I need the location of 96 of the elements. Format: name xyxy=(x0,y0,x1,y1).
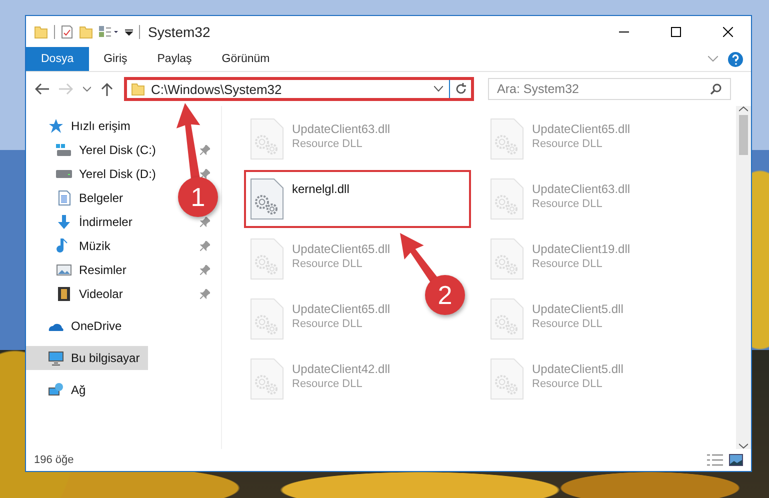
file-name: kernelgl.dll xyxy=(292,182,350,196)
chevron-icon[interactable] xyxy=(708,56,718,62)
file-name: UpdateClient5.dll xyxy=(532,302,624,316)
highlighted-file[interactable]: kernelgl.dll xyxy=(244,170,471,228)
sidebar-label: Belgeler xyxy=(79,191,124,205)
pin-icon[interactable] xyxy=(200,265,210,275)
settings-file-icon xyxy=(490,238,524,280)
sidebar-item[interactable]: Yerel Disk (D:) xyxy=(26,162,164,186)
maximize-icon xyxy=(671,26,681,36)
film-icon xyxy=(56,286,72,302)
file-type: Resource DLL xyxy=(292,318,364,330)
file-type: Resource DLL xyxy=(532,318,604,330)
help-icon[interactable] xyxy=(728,52,743,66)
settings-file-icon xyxy=(490,358,524,400)
pin-icon[interactable] xyxy=(200,289,210,299)
folder-icon xyxy=(34,24,48,38)
address-path: C:\Windows\System32 xyxy=(151,82,282,96)
file-type: Resource DLL xyxy=(532,378,604,390)
settings-file-icon xyxy=(490,298,524,340)
file-type: Resource DLL xyxy=(292,378,364,390)
recent-locations-button[interactable] xyxy=(80,86,94,92)
sidebar-item[interactable]: Belgeler xyxy=(26,186,132,210)
sidebar-item[interactable]: Yerel Disk (C:) xyxy=(26,138,164,162)
search-icon xyxy=(710,83,722,95)
file-name: UpdateClient42.dll xyxy=(292,362,390,376)
window-title: System32 xyxy=(148,24,210,40)
network-icon xyxy=(48,382,64,398)
ribbon-tab[interactable]: Paylaş xyxy=(142,47,207,71)
sidebar-item[interactable]: Müzik xyxy=(26,234,118,258)
folder-icon xyxy=(131,82,145,96)
properties-icon[interactable] xyxy=(61,24,73,38)
settings-file-icon xyxy=(250,298,284,340)
file-name: UpdateClient63.dll xyxy=(532,182,630,196)
sidebar-item[interactable]: OneDrive xyxy=(26,314,130,338)
computer-icon xyxy=(48,350,64,366)
back-button[interactable] xyxy=(32,83,52,95)
pin-icon[interactable] xyxy=(200,145,210,155)
view-options-icon[interactable] xyxy=(99,26,119,38)
drive-icon xyxy=(56,170,72,178)
pin-icon[interactable] xyxy=(200,169,210,179)
scrollbar[interactable] xyxy=(736,106,751,449)
file-type: Resource DLL xyxy=(532,138,604,150)
details-view-icon[interactable] xyxy=(707,454,723,466)
item-count: 196 öğe xyxy=(34,454,74,466)
sidebar-item[interactable]: Bu bilgisayar xyxy=(26,346,148,370)
file-type: Resource DLL xyxy=(292,138,364,150)
settings-file-icon xyxy=(490,178,524,220)
large-icons-view-icon[interactable] xyxy=(729,454,743,466)
scroll-up-icon[interactable] xyxy=(739,106,748,112)
star-icon xyxy=(48,118,64,134)
close-icon xyxy=(723,26,733,36)
sidebar-item[interactable]: Videolar xyxy=(26,282,131,306)
settings-file-icon xyxy=(250,358,284,400)
ribbon-tab[interactable]: Görünüm xyxy=(206,47,285,71)
sidebar-label: İndirmeler xyxy=(79,215,132,229)
ribbon-tab[interactable]: Dosya xyxy=(26,47,89,71)
refresh-icon xyxy=(454,83,466,95)
sidebar-item[interactable]: Resimler xyxy=(26,258,134,282)
file-type: Resource DLL xyxy=(292,258,364,270)
ribbon-tab[interactable]: Giriş xyxy=(88,47,142,71)
sidebar-label: Hızlı erişim xyxy=(71,119,130,133)
sidebar-label: Ağ xyxy=(71,383,86,397)
address-bar[interactable]: C:\Windows\System32 xyxy=(124,77,474,101)
pin-icon[interactable] xyxy=(200,217,210,227)
sidebar-label: Yerel Disk (D:) xyxy=(79,167,156,181)
file-name: UpdateClient63.dll xyxy=(292,122,390,136)
sidebar-item[interactable]: İndirmeler xyxy=(26,210,140,234)
drive-icon xyxy=(56,142,72,158)
sidebar-item[interactable]: Hızlı erişim xyxy=(26,114,138,138)
pin-icon[interactable] xyxy=(200,241,210,251)
file-name: UpdateClient19.dll xyxy=(532,242,630,256)
dropdown-icon[interactable] xyxy=(434,86,443,92)
file-type: Resource DLL xyxy=(532,198,604,210)
sidebar-label: Müzik xyxy=(79,239,110,253)
document-icon xyxy=(56,190,72,206)
caret-icon[interactable] xyxy=(125,28,133,36)
sidebar-item[interactable]: Ağ xyxy=(26,378,94,402)
file-name: UpdateClient5.dll xyxy=(532,362,624,376)
scroll-down-icon[interactable] xyxy=(739,443,748,449)
file-type: Resource DLL xyxy=(532,258,604,270)
settings-file-icon xyxy=(250,178,284,220)
settings-file-icon xyxy=(250,238,284,280)
sidebar-label: Resimler xyxy=(79,263,126,277)
sidebar-label: Yerel Disk (C:) xyxy=(79,143,156,157)
file-name: UpdateClient65.dll xyxy=(532,122,630,136)
sidebar-label: Videolar xyxy=(79,287,123,301)
settings-file-icon xyxy=(490,118,524,160)
sidebar-label: Bu bilgisayar xyxy=(71,351,140,365)
file-name: UpdateClient65.dll xyxy=(292,242,390,256)
sidebar-label: OneDrive xyxy=(71,319,122,333)
search-field[interactable]: Ara: System32 xyxy=(488,78,731,100)
download-icon xyxy=(56,214,72,230)
file-name: UpdateClient65.dll xyxy=(292,302,390,316)
picture-icon xyxy=(56,262,72,278)
scrollbar-thumb[interactable] xyxy=(739,115,748,155)
settings-file-icon xyxy=(250,118,284,160)
